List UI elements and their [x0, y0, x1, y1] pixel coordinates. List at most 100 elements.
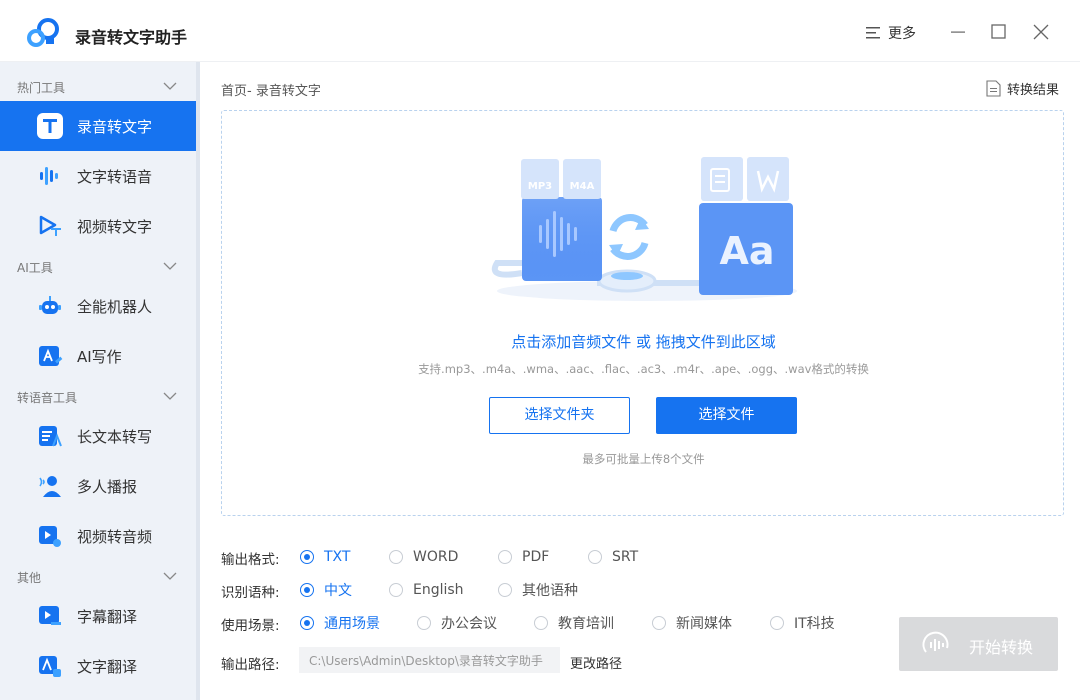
sidebar-item-multi-speaker[interactable]: 多人播报 — [0, 461, 196, 511]
radio-indicator — [300, 583, 314, 597]
start-conversion-button[interactable]: 开始转换 — [899, 617, 1058, 671]
format-radio-pdf[interactable]: PDF — [498, 547, 549, 567]
radio-label: WORD — [413, 549, 459, 565]
sidebar-item-label: 长文本转写 — [77, 428, 153, 446]
video-audio-icon — [39, 526, 61, 547]
dropzone-supported-formats: 支持.mp3、.m4a、.wma、.aac、.flac、.ac3、.m4r、.a… — [418, 362, 869, 376]
scene-radio-news[interactable]: 新闻媒体 — [652, 613, 732, 633]
dropzone-title: 点击添加音频文件 或 拖拽文件到此区域 — [511, 333, 776, 351]
radio-label: PDF — [522, 549, 550, 565]
sidebar-item-label: 全能机器人 — [77, 298, 153, 316]
text-t-icon — [37, 113, 63, 139]
section-label: 其他 — [17, 571, 42, 585]
radio-label: English — [413, 582, 464, 598]
sidebar-item-text-to-speech[interactable]: 文字转语音 — [0, 151, 196, 201]
select-file-button[interactable]: 选择文件 — [656, 397, 797, 434]
more-label: 更多 — [888, 26, 916, 42]
sidebar-item-label: 文字转语音 — [77, 168, 153, 186]
radio-label: 其他语种 — [522, 583, 578, 599]
sidebar-item-label: 多人播报 — [77, 478, 138, 496]
sidebar-section-other[interactable]: 其他 — [0, 562, 196, 592]
radio-label: 新闻媒体 — [676, 616, 732, 632]
sidebar-section-ai-tools[interactable]: AI工具 — [0, 252, 196, 282]
radio-label: 办公会议 — [441, 616, 497, 632]
sidebar-item-label: 视频转文字 — [77, 218, 153, 236]
close-icon[interactable] — [1029, 20, 1053, 44]
robot-icon — [39, 296, 61, 314]
radio-label: IT科技 — [794, 616, 835, 632]
sidebar-item-robot[interactable]: 全能机器人 — [0, 281, 196, 331]
radio-indicator — [588, 550, 602, 564]
video-text-icon — [39, 215, 61, 236]
language-radio-english[interactable]: English — [389, 580, 464, 600]
minimize-icon[interactable] — [946, 20, 970, 44]
conversion-result-button[interactable]: 转换结果 — [986, 79, 1059, 98]
sidebar-scrollbar[interactable] — [196, 62, 200, 700]
radio-label: 教育培训 — [558, 616, 614, 632]
radio-indicator — [498, 550, 512, 564]
radio-label: 通用场景 — [324, 616, 380, 632]
sidebar-item-video-to-text[interactable]: 视频转文字 — [0, 201, 196, 251]
multi-speaker-icon — [39, 476, 61, 497]
chevron-down-icon — [163, 392, 177, 400]
change-path-button[interactable]: 更改路径 — [570, 653, 622, 672]
scene-radio-meeting[interactable]: 办公会议 — [417, 613, 497, 633]
start-waveform-icon — [922, 631, 949, 653]
section-label: 热门工具 — [17, 81, 66, 95]
sidebar-item-label: 字幕翻译 — [77, 608, 138, 626]
breadcrumb: 首页- 录音转文字 — [221, 84, 321, 99]
language-radio-chinese[interactable]: 中文 — [300, 580, 352, 600]
more-button[interactable]: 更多 — [866, 22, 916, 44]
audio-to-text-illustration: MP3 M4A Aa — [491, 157, 797, 301]
sidebar-item-label: 视频转音频 — [77, 528, 153, 546]
sidebar-item-text-translate[interactable]: 文字翻译 — [0, 641, 196, 691]
chevron-down-icon — [163, 82, 177, 90]
radio-indicator — [534, 616, 548, 630]
sidebar-section-hot-tools[interactable]: 热门工具 — [0, 72, 196, 102]
sidebar: 热门工具 录音转文字 文字转语音 视频转文字 AI工具 全能机器人 AI写作 转… — [0, 62, 200, 700]
sidebar-section-speech-tools[interactable]: 转语音工具 — [0, 382, 196, 412]
maximize-icon[interactable] — [987, 20, 1011, 44]
radio-indicator — [300, 616, 314, 630]
scene-radio-education[interactable]: 教育培训 — [534, 613, 614, 633]
app-logo-icon — [27, 18, 59, 47]
conversion-result-label: 转换结果 — [1007, 83, 1060, 98]
file-badge: M4A — [570, 181, 595, 192]
ai-write-icon — [39, 346, 63, 366]
sidebar-item-long-text[interactable]: 长文本转写 — [0, 411, 196, 461]
subtitle-translate-icon — [39, 606, 61, 625]
radio-indicator — [389, 583, 403, 597]
output-format-label: 输出格式: — [221, 552, 280, 568]
scene-radio-it[interactable]: IT科技 — [770, 613, 835, 633]
select-folder-button[interactable]: 选择文件夹 — [489, 397, 630, 434]
scene-radio-general[interactable]: 通用场景 — [300, 613, 380, 633]
section-label: AI工具 — [17, 261, 53, 275]
sidebar-item-audio-to-text[interactable]: 录音转文字 — [0, 101, 196, 151]
radio-label: SRT — [612, 549, 639, 565]
upload-dropzone[interactable]: MP3 M4A Aa 点击添加音频文件 或 拖拽文件到此区域 支持.mp3、.m… — [221, 110, 1064, 516]
sidebar-item-label: 文字翻译 — [77, 658, 138, 676]
radio-indicator — [300, 550, 314, 564]
language-label: 识别语种: — [221, 585, 280, 601]
radio-indicator — [389, 550, 403, 564]
voice-wave-icon — [40, 167, 58, 185]
document-icon — [986, 80, 1001, 97]
output-path-input[interactable] — [299, 647, 560, 673]
long-text-icon — [39, 426, 62, 447]
sidebar-item-subtitle-translate[interactable]: 字幕翻译 — [0, 591, 196, 641]
radio-indicator — [652, 616, 666, 630]
title-bar: 录音转文字助手 更多 — [0, 0, 1080, 62]
start-conversion-label: 开始转换 — [969, 638, 1034, 657]
radio-indicator — [770, 616, 784, 630]
radio-indicator — [498, 583, 512, 597]
sidebar-item-ai-writing[interactable]: AI写作 — [0, 331, 196, 381]
format-radio-srt[interactable]: SRT — [588, 547, 638, 567]
language-radio-other[interactable]: 其他语种 — [498, 580, 578, 600]
format-radio-txt[interactable]: TXT — [300, 547, 350, 567]
format-radio-word[interactable]: WORD — [389, 547, 458, 567]
radio-indicator — [417, 616, 431, 630]
scene-label: 使用场景: — [221, 618, 280, 634]
menu-lines-icon — [866, 27, 880, 39]
sidebar-item-video-to-audio[interactable]: 视频转音频 — [0, 511, 196, 561]
output-path-label: 输出路径: — [221, 657, 280, 673]
